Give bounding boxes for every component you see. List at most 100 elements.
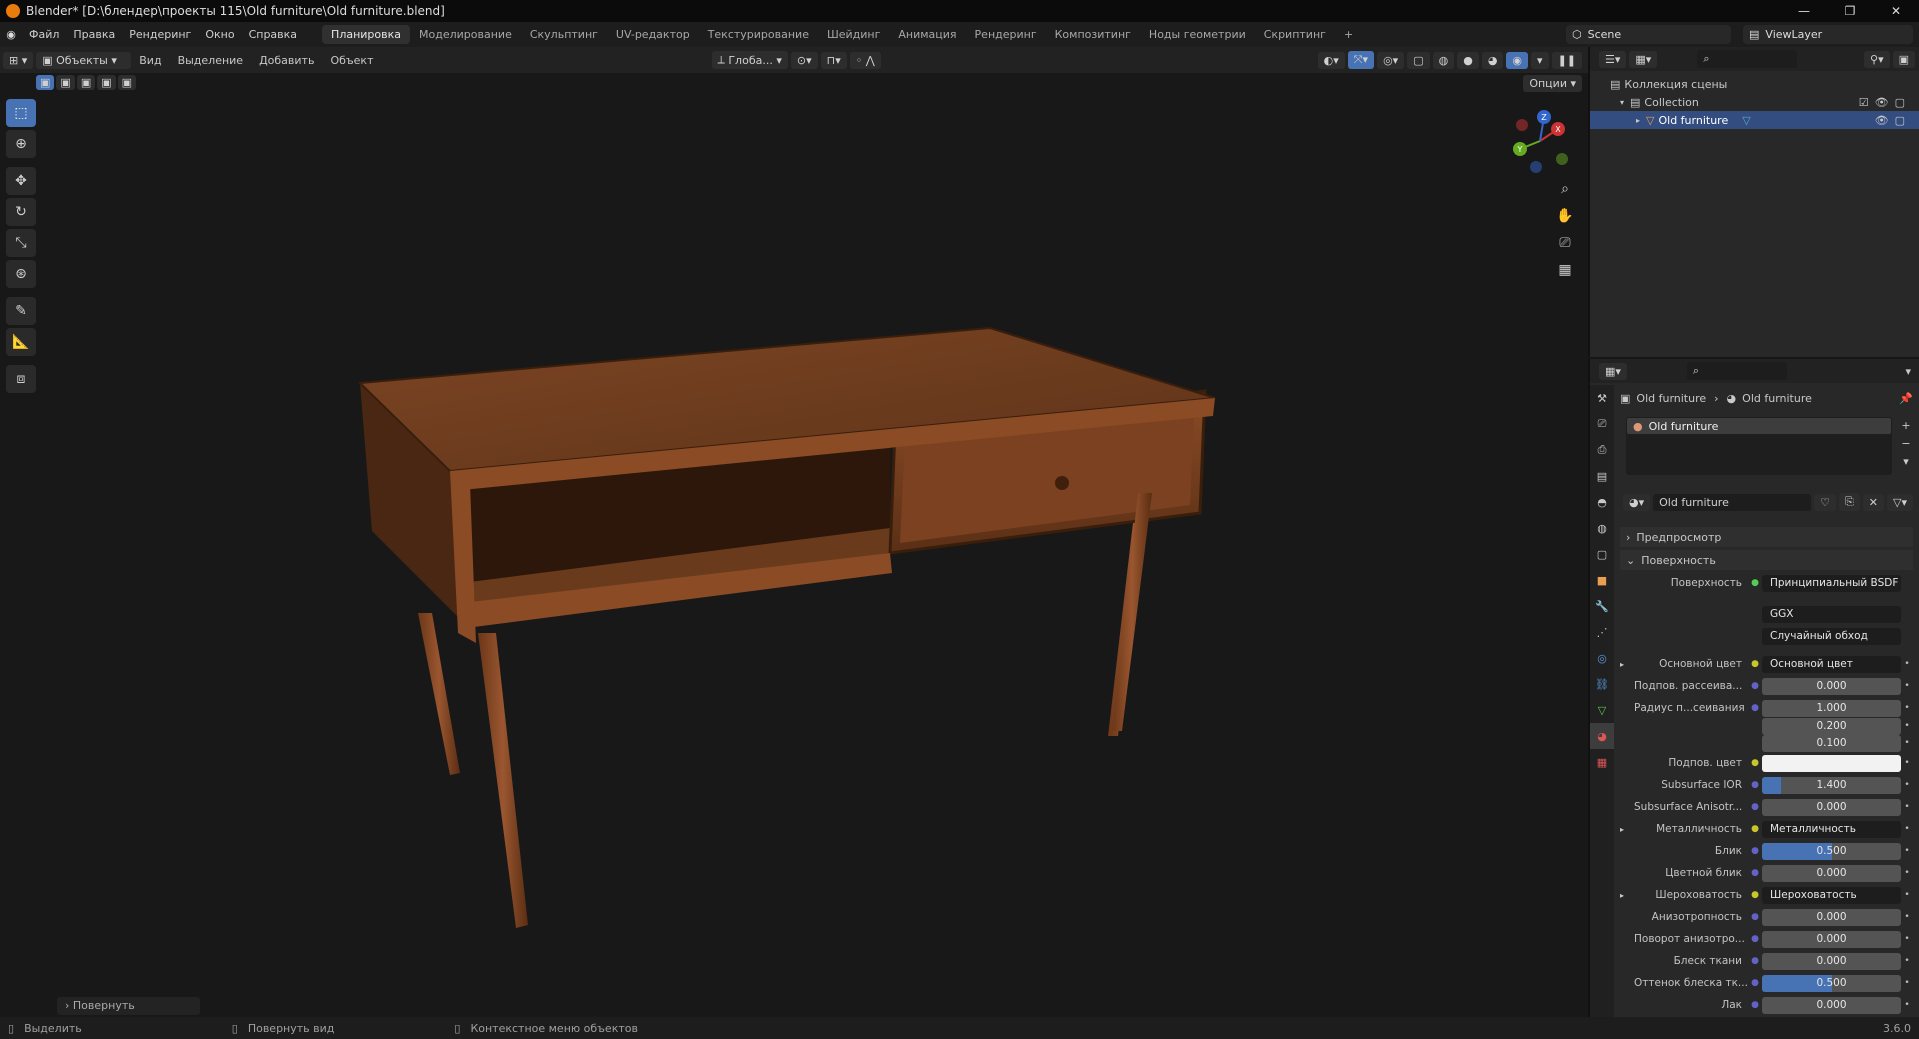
proportional-edit-button[interactable]: ◦ ⋀ bbox=[849, 51, 881, 69]
particles-tab-icon[interactable]: ⋰ bbox=[1590, 619, 1614, 645]
furniture-model[interactable] bbox=[0, 73, 1588, 1017]
outliner-collection-row[interactable]: ▾ ▤ Collection ☑👁▢ bbox=[1590, 93, 1919, 111]
tab-modeling[interactable]: Моделирование bbox=[410, 25, 521, 44]
unlink-material-button[interactable]: ✕ bbox=[1862, 493, 1885, 511]
socket-icon[interactable]: ● bbox=[1748, 824, 1762, 834]
socket-icon[interactable]: ● bbox=[1748, 846, 1762, 856]
collapse-arrow-icon[interactable]: ▾ bbox=[1620, 98, 1624, 107]
keyframe-dot-icon[interactable]: • bbox=[1901, 802, 1913, 812]
menu-edit[interactable]: Правка bbox=[66, 28, 122, 41]
collection-visibility-icons[interactable]: ☑👁▢ bbox=[1859, 96, 1911, 109]
socket-icon[interactable]: ● bbox=[1748, 912, 1762, 922]
properties-options-icon[interactable]: ▾ bbox=[1905, 365, 1911, 378]
visibility-button[interactable]: ◐▾ bbox=[1317, 51, 1345, 69]
shading-solid-button[interactable]: ● bbox=[1457, 51, 1479, 69]
collection-tab-icon[interactable]: ▢ bbox=[1590, 541, 1614, 567]
property-field[interactable]: 0.100 bbox=[1762, 734, 1901, 752]
tab-layout[interactable]: Планировка bbox=[322, 25, 411, 44]
property-field[interactable]: Металличность bbox=[1762, 820, 1901, 838]
menu-view[interactable]: Вид bbox=[131, 54, 169, 67]
property-field[interactable]: 0.000 bbox=[1762, 908, 1901, 926]
transform-orientation-selector[interactable]: ⟂ Глоба... ▾ bbox=[711, 51, 788, 69]
keyframe-dot-icon[interactable]: • bbox=[1901, 758, 1913, 768]
constraints-tab-icon[interactable]: ⛓ bbox=[1590, 671, 1614, 697]
outliner-root-row[interactable]: ▤ Коллекция сцены bbox=[1590, 75, 1919, 93]
physics-tab-icon[interactable]: ◎ bbox=[1590, 645, 1614, 671]
editor-type-button[interactable]: ⊞ ▾ bbox=[3, 51, 34, 69]
tab-shading[interactable]: Шейдинг bbox=[818, 25, 889, 44]
overlay-toggle-button[interactable]: ◎▾ bbox=[1377, 51, 1405, 69]
distribution-dropdown[interactable]: GGX bbox=[1762, 605, 1901, 623]
socket-icon[interactable]: ● bbox=[1748, 802, 1762, 812]
outliner-editor-type-button[interactable]: ☰▾ bbox=[1599, 50, 1627, 68]
socket-icon[interactable]: ● bbox=[1748, 659, 1762, 669]
navigation-gizmo[interactable]: X Y Z bbox=[1500, 101, 1580, 181]
socket-icon[interactable]: ● bbox=[1748, 780, 1762, 790]
material-slot-list[interactable]: ● Old furniture bbox=[1626, 417, 1892, 475]
remove-slot-button[interactable]: − bbox=[1898, 435, 1914, 453]
slot-menu-button[interactable]: ▾ bbox=[1898, 453, 1914, 471]
tab-sculpting[interactable]: Скульптинг bbox=[521, 25, 607, 44]
socket-icon[interactable]: ● bbox=[1748, 703, 1762, 713]
data-tab-icon[interactable]: ▽ bbox=[1590, 697, 1614, 723]
world-tab-icon[interactable]: ◍ bbox=[1590, 515, 1614, 541]
keyframe-dot-icon[interactable]: • bbox=[1901, 738, 1913, 748]
property-field[interactable]: 0.200 bbox=[1762, 717, 1901, 735]
shading-wireframe-button[interactable]: ◍ bbox=[1432, 51, 1455, 69]
property-field[interactable]: 0.000 bbox=[1762, 996, 1901, 1014]
render-tab-icon[interactable]: ⎚ bbox=[1590, 411, 1614, 437]
minimize-button[interactable]: — bbox=[1781, 4, 1827, 18]
object-visibility-icons[interactable]: 👁▢ bbox=[1875, 114, 1911, 127]
view-layer-tab-icon[interactable]: ▤ bbox=[1590, 463, 1614, 489]
shading-options-button[interactable]: ▾ bbox=[1531, 51, 1549, 69]
scene-selector[interactable]: ⬡ Scene bbox=[1566, 25, 1731, 44]
material-tab-icon[interactable]: ◕ bbox=[1590, 723, 1614, 749]
menu-help[interactable]: Справка bbox=[242, 28, 304, 41]
add-workspace-button[interactable]: + bbox=[1335, 25, 1362, 44]
expand-arrow-icon[interactable]: ▸ bbox=[1636, 116, 1640, 125]
pivot-point-button[interactable]: ⊙▾ bbox=[790, 51, 818, 69]
property-field[interactable]: 0.000 bbox=[1762, 930, 1901, 948]
texture-tab-icon[interactable]: ▦ bbox=[1590, 749, 1614, 775]
keyframe-dot-icon[interactable]: • bbox=[1901, 978, 1913, 988]
expand-arrow-icon[interactable]: ▸ bbox=[1620, 660, 1634, 669]
modifier-tab-icon[interactable]: 🔧 bbox=[1590, 593, 1614, 619]
material-name-field[interactable]: Old furniture bbox=[1653, 493, 1812, 511]
tab-geometry-nodes[interactable]: Ноды геометрии bbox=[1140, 25, 1255, 44]
filter-icon[interactable]: ⚲▾ bbox=[1864, 50, 1890, 68]
snap-button[interactable]: ⊓▾ bbox=[820, 51, 847, 69]
surface-panel-header[interactable]: ⌄ Поверхность bbox=[1620, 550, 1913, 570]
property-field[interactable]: 1.400 bbox=[1762, 776, 1901, 794]
menu-file[interactable]: Файл bbox=[22, 28, 66, 41]
socket-icon[interactable]: ● bbox=[1748, 1000, 1762, 1010]
browse-material-button[interactable]: ◕▾ bbox=[1623, 493, 1651, 511]
socket-icon[interactable]: ● bbox=[1748, 890, 1762, 900]
tab-compositing[interactable]: Композитинг bbox=[1046, 25, 1140, 44]
camera-icon[interactable]: ⎚ bbox=[1554, 230, 1576, 257]
last-operator-panel[interactable]: › Повернуть bbox=[57, 997, 200, 1015]
output-tab-icon[interactable]: ⎙ bbox=[1590, 437, 1614, 463]
property-field[interactable]: Шероховатость bbox=[1762, 886, 1901, 904]
pin-icon[interactable]: 📌 bbox=[1899, 392, 1913, 405]
tab-texture-paint[interactable]: Текстурирование bbox=[699, 25, 818, 44]
view-layer-selector[interactable]: ▤ ViewLayer bbox=[1743, 25, 1913, 44]
property-field[interactable]: 0.000 bbox=[1762, 864, 1901, 882]
socket-icon[interactable]: ● bbox=[1748, 681, 1762, 691]
mode-selector[interactable]: ▣ Объекты ▾ bbox=[36, 51, 132, 69]
property-field[interactable]: Основной цвет bbox=[1762, 655, 1901, 673]
zoom-icon[interactable]: ⌕ bbox=[1554, 176, 1576, 203]
keyframe-dot-icon[interactable]: • bbox=[1901, 659, 1913, 669]
expand-arrow-icon[interactable]: ▸ bbox=[1620, 891, 1634, 900]
duplicate-material-button[interactable]: ⎘ bbox=[1838, 493, 1860, 511]
surface-shader-field[interactable]: Принципиальный BSDF bbox=[1762, 574, 1901, 592]
socket-icon[interactable]: ● bbox=[1748, 934, 1762, 944]
property-field[interactable]: 0.500 bbox=[1762, 842, 1901, 860]
keyframe-dot-icon[interactable]: • bbox=[1901, 703, 1913, 713]
keyframe-dot-icon[interactable]: • bbox=[1901, 681, 1913, 691]
ortho-grid-icon[interactable]: ▦ bbox=[1554, 257, 1576, 284]
keyframe-dot-icon[interactable]: • bbox=[1901, 956, 1913, 966]
keyframe-dot-icon[interactable]: • bbox=[1901, 721, 1913, 731]
menu-render[interactable]: Рендеринг bbox=[122, 28, 198, 41]
menu-window[interactable]: Окно bbox=[198, 28, 241, 41]
tool-tab-icon[interactable]: ⚒ bbox=[1590, 385, 1614, 411]
